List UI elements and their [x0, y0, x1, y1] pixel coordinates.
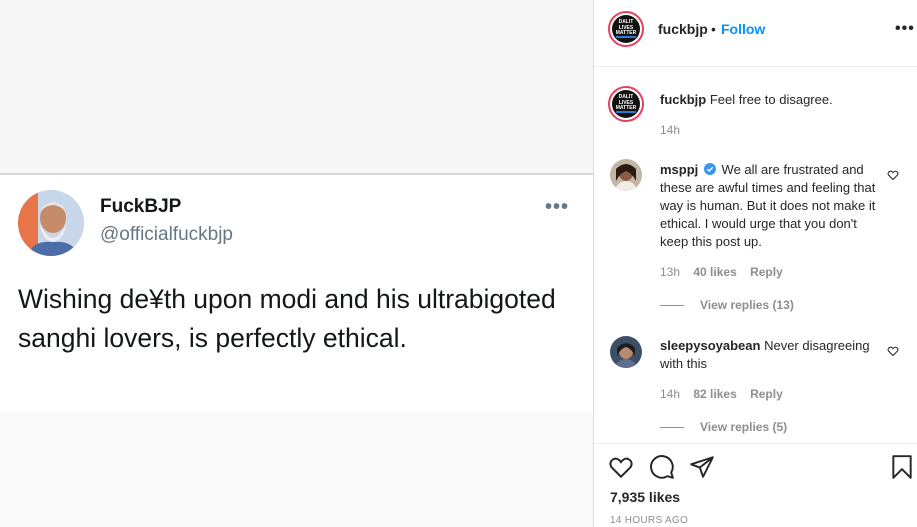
avatar-text: DALIT LIVES MATTER [615, 19, 637, 36]
comment-likes[interactable]: 40 likes [693, 265, 736, 279]
caption-username[interactable]: fuckbjp [660, 92, 706, 107]
image-blank-area [0, 0, 593, 173]
reply-button[interactable]: Reply [750, 387, 783, 401]
comment-meta: 14h 82 likes Reply [660, 387, 793, 401]
post-sidebar: DALIT LIVES MATTER fuckbjp • Follow ••• … [593, 0, 917, 527]
header-username[interactable]: fuckbjp [658, 21, 708, 37]
comment-time[interactable]: 13h [660, 265, 680, 279]
view-replies-button[interactable]: View replies (13) [660, 298, 794, 312]
comment: msppj We all are frustrated and these ar… [660, 161, 878, 251]
header-avatar[interactable]: DALIT LIVES MATTER [608, 11, 644, 47]
likes-count[interactable]: 7,935 likes [610, 489, 680, 505]
tweet-more-icon: ••• [545, 196, 570, 218]
caption: fuckbjp Feel free to disagree. [660, 91, 878, 109]
follow-button[interactable]: Follow [721, 21, 765, 37]
image-blank-area-bottom [0, 412, 593, 527]
bookmark-icon[interactable] [889, 454, 915, 480]
tweet-handle: @officialfuckbjp [100, 224, 233, 245]
replies-line [660, 305, 684, 307]
comment-avatar[interactable] [610, 336, 642, 368]
comment-time[interactable]: 14h [660, 387, 680, 401]
header-divider [594, 66, 917, 67]
caption-meta: 14h [660, 123, 690, 137]
share-icon[interactable] [689, 454, 715, 480]
comment-like-icon[interactable] [887, 345, 899, 357]
caption-time[interactable]: 14h [660, 123, 680, 137]
comment-avatar[interactable] [610, 159, 642, 191]
header-dot: • [711, 21, 716, 37]
tweet-display-name: FuckBJP [100, 196, 182, 217]
caption-avatar[interactable]: DALIT LIVES MATTER [608, 86, 644, 122]
comment-meta: 13h 40 likes Reply [660, 265, 793, 279]
comment-likes[interactable]: 82 likes [693, 387, 736, 401]
view-replies-label: View replies (5) [700, 420, 788, 434]
comment-like-icon[interactable] [887, 169, 899, 181]
avatar-text: DALIT LIVES MATTER [615, 94, 637, 111]
tweet-text: Wishing de¥th upon modi and his ultrabig… [18, 284, 556, 353]
view-replies-button[interactable]: View replies (5) [660, 420, 787, 434]
caption-text: Feel free to disagree. [709, 92, 833, 107]
tweet-avatar [18, 190, 84, 256]
verified-badge-icon [703, 163, 716, 175]
comment-username[interactable]: msppj [660, 162, 698, 177]
post-image: FuckBJP @officialfuckbjp ••• Wishing de¥… [0, 0, 593, 527]
comment: sleepysoyabean Never disagreeing with th… [660, 337, 878, 373]
post-timestamp[interactable]: 14 HOURS AGO [610, 515, 688, 526]
view-replies-label: View replies (13) [700, 298, 794, 312]
comment-icon[interactable] [649, 454, 675, 480]
comment-username[interactable]: sleepysoyabean [660, 338, 760, 353]
heart-icon[interactable] [608, 454, 634, 480]
actions-divider [594, 443, 917, 444]
more-options-icon[interactable]: ••• [895, 20, 915, 38]
reply-button[interactable]: Reply [750, 265, 783, 279]
replies-line [660, 427, 684, 429]
